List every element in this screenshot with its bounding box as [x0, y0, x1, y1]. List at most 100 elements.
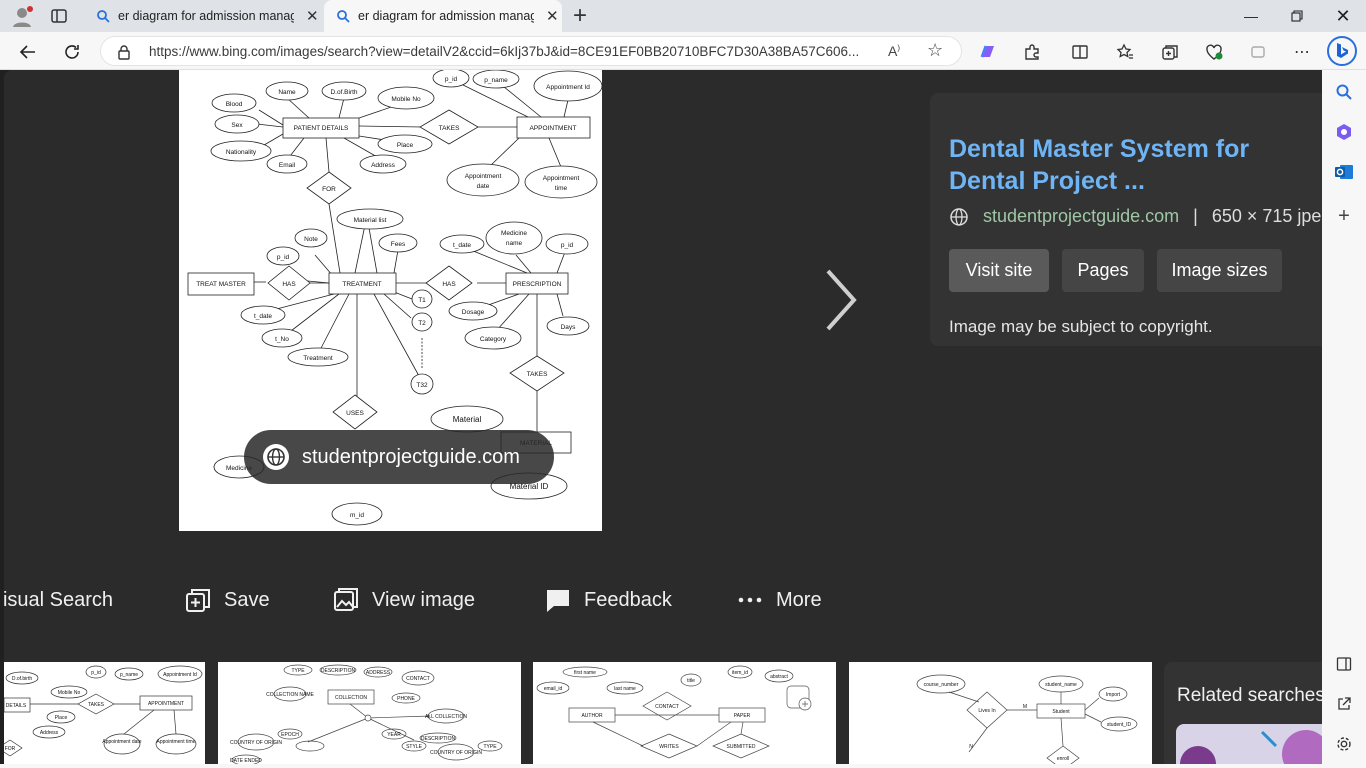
- globe-icon: [263, 444, 289, 470]
- thumb-label: p_id: [91, 670, 101, 676]
- image-title-link[interactable]: Dental Master System for Dental Project …: [949, 133, 1322, 197]
- read-aloud-icon[interactable]: A): [888, 43, 900, 59]
- tab-1[interactable]: er diagram for admission manag ✕: [84, 0, 322, 32]
- address-bar[interactable]: https://www.bing.com/images/search?view=…: [100, 36, 962, 66]
- view-image-button[interactable]: View image: [332, 580, 475, 620]
- thumb-label: COUNTRY OF ORIGIN: [430, 750, 482, 756]
- thumb-label: last name: [614, 686, 636, 692]
- thumb-label: enroll: [1057, 756, 1069, 762]
- thumb-label: DESCRIPTION: [421, 736, 456, 742]
- title-bar: er diagram for admission manag ✕ er diag…: [0, 0, 1366, 32]
- image-dimensions: 650 × 715 jpeg: [1211, 206, 1322, 226]
- svg-text:Mobile No: Mobile No: [391, 96, 421, 103]
- svg-text:Nationality: Nationality: [226, 149, 257, 156]
- svg-text:Appointment Id: Appointment Id: [546, 84, 590, 91]
- feedback-icon: [547, 590, 569, 612]
- svg-text:T2: T2: [418, 320, 426, 327]
- svg-text:Note: Note: [304, 236, 318, 243]
- close-window-icon[interactable]: ✕: [1320, 0, 1366, 32]
- source-separator: |: [1193, 206, 1198, 226]
- sidebar-copilot-icon[interactable]: [1332, 120, 1356, 144]
- svg-text:TAKES: TAKES: [439, 125, 460, 132]
- collections-icon[interactable]: [1158, 40, 1182, 64]
- tab-2[interactable]: er diagram for admission manag ✕: [324, 0, 562, 32]
- svg-text:FOR: FOR: [322, 186, 336, 193]
- tab-actions-icon[interactable]: [50, 7, 68, 25]
- more-dots-icon: [738, 597, 762, 603]
- search-favicon-icon: [337, 10, 350, 23]
- favorites-icon[interactable]: [1113, 40, 1137, 64]
- refresh-icon[interactable]: [60, 40, 84, 64]
- image-source-overlay[interactable]: studentprojectguide.com: [244, 430, 554, 484]
- more-button[interactable]: More: [736, 580, 822, 620]
- sidebar-outlook-icon[interactable]: [1332, 160, 1356, 184]
- sidebar-add-icon[interactable]: +: [1332, 204, 1356, 228]
- thumbnail-4[interactable]: course_number student_name Lives In M St…: [849, 662, 1152, 768]
- sidebar-settings-gear-icon[interactable]: [1332, 732, 1356, 756]
- thumb-label: YEAR: [387, 732, 401, 738]
- sidebar-external-link-icon[interactable]: [1332, 692, 1356, 716]
- tab-1-title: er diagram for admission manag: [118, 9, 294, 23]
- svg-text:p_id: p_id: [277, 254, 290, 261]
- save-button[interactable]: Save: [184, 580, 270, 620]
- next-image-chevron-icon[interactable]: [816, 265, 864, 335]
- tab-1-close-icon[interactable]: ✕: [306, 7, 319, 25]
- edge-sidebar: +: [1322, 70, 1366, 768]
- visit-site-button[interactable]: Visit site: [949, 249, 1049, 292]
- performance-heart-icon[interactable]: [1202, 40, 1226, 64]
- lock-icon[interactable]: [117, 44, 131, 60]
- thumb-label: PHONE: [397, 696, 415, 702]
- thumb-label: student_ID: [1107, 722, 1132, 728]
- thumb-label: title: [687, 678, 695, 684]
- browser-toolbar: https://www.bing.com/images/search?view=…: [0, 32, 1366, 70]
- thumb-label: CONTACT: [655, 704, 679, 710]
- back-arrow-icon[interactable]: [16, 40, 40, 64]
- thumbnail-1[interactable]: D.of.birth p_id p_name Appointment Id Mo…: [4, 662, 205, 768]
- image-action-bar: Visual Search Save View image Feedback M…: [4, 580, 1322, 620]
- svg-text:date: date: [477, 183, 490, 190]
- image-detail-viewer: PATIENT DETAILS APPOINTMENT TREAT MASTER T…: [4, 70, 1322, 768]
- related-searches-label: Related searches: [1177, 685, 1322, 706]
- new-tab-button[interactable]: +: [566, 2, 594, 30]
- svg-text:T32: T32: [416, 382, 428, 389]
- svg-text:p_id: p_id: [445, 76, 458, 83]
- svg-text:p_id: p_id: [561, 242, 574, 249]
- minimize-icon[interactable]: —: [1228, 0, 1274, 32]
- thumb-label: CONTACT: [406, 676, 430, 682]
- image-source-domain: studentprojectguide.com: [302, 445, 520, 468]
- svg-text:time: time: [555, 185, 568, 192]
- svg-text:HAS: HAS: [442, 281, 456, 288]
- sidebar-hide-icon[interactable]: [1332, 652, 1356, 676]
- source-domain-link[interactable]: studentprojectguide.com: [983, 206, 1179, 227]
- tab-2-close-icon[interactable]: ✕: [546, 7, 559, 25]
- settings-more-icon[interactable]: ⋯: [1290, 40, 1314, 64]
- svg-text:Address: Address: [371, 162, 396, 169]
- pages-button[interactable]: Pages: [1062, 249, 1144, 292]
- globe-icon: [950, 207, 968, 226]
- thumb-label: Import: [1106, 692, 1121, 698]
- thumbnail-2[interactable]: TYPE DESCRIPTION ADDRESS CONTACT COLLECT…: [218, 662, 521, 768]
- image-sizes-button[interactable]: Image sizes: [1157, 249, 1282, 292]
- related-search-thumbnail[interactable]: [1176, 724, 1322, 768]
- bing-copilot-icon[interactable]: [1327, 36, 1357, 66]
- thumbnail-3[interactable]: first name email_id last name title item…: [533, 662, 836, 768]
- svg-text:Place: Place: [397, 142, 414, 149]
- feedback-label: Feedback: [584, 588, 672, 611]
- restore-icon[interactable]: [1274, 0, 1320, 32]
- feedback-button[interactable]: Feedback: [544, 580, 672, 620]
- extensions-puzzle-icon[interactable]: [1020, 40, 1044, 64]
- edge-workspaces-icon[interactable]: [1246, 40, 1270, 64]
- split-screen-icon[interactable]: [1068, 40, 1092, 64]
- image-info-panel: Dental Master System for Dental Project …: [930, 93, 1322, 346]
- thumb-label: WRITES: [659, 744, 679, 750]
- thumb-label: student_name: [1045, 682, 1077, 688]
- profile-avatar-icon[interactable]: [10, 5, 34, 29]
- svg-text:Material list: Material list: [354, 217, 387, 224]
- copilot-extension-icon[interactable]: [976, 40, 1000, 64]
- save-collection-icon: [186, 589, 210, 612]
- url-text[interactable]: https://www.bing.com/images/search?view=…: [149, 44, 874, 59]
- related-searches-panel[interactable]: Related searches: [1164, 662, 1322, 768]
- favorite-star-icon[interactable]: ☆: [927, 40, 943, 61]
- sidebar-search-icon[interactable]: [1332, 80, 1356, 104]
- visual-search-button[interactable]: Visual Search: [4, 580, 113, 620]
